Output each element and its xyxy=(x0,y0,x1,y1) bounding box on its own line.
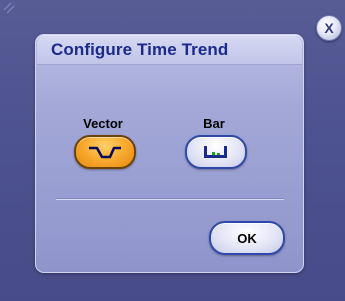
vector-trend-icon xyxy=(89,146,121,159)
dialog-title: Configure Time Trend xyxy=(51,40,229,59)
divider xyxy=(56,198,284,200)
app-window: X Configure Time Trend Vector Bar OK xyxy=(0,0,345,301)
bar-button[interactable] xyxy=(185,135,247,169)
close-button[interactable]: X xyxy=(316,15,342,41)
corner-grip-icon xyxy=(3,2,15,14)
configure-time-trend-dialog: Configure Time Trend Vector Bar OK xyxy=(35,34,304,273)
ok-button[interactable]: OK xyxy=(209,221,285,255)
vector-option-label: Vector xyxy=(83,116,123,131)
bar-trend-icon xyxy=(204,146,227,158)
dialog-title-bar: Configure Time Trend xyxy=(37,36,302,65)
close-icon: X xyxy=(324,20,334,36)
ok-button-label: OK xyxy=(237,230,257,246)
vector-button[interactable] xyxy=(74,135,136,169)
bar-option-label: Bar xyxy=(203,116,225,131)
